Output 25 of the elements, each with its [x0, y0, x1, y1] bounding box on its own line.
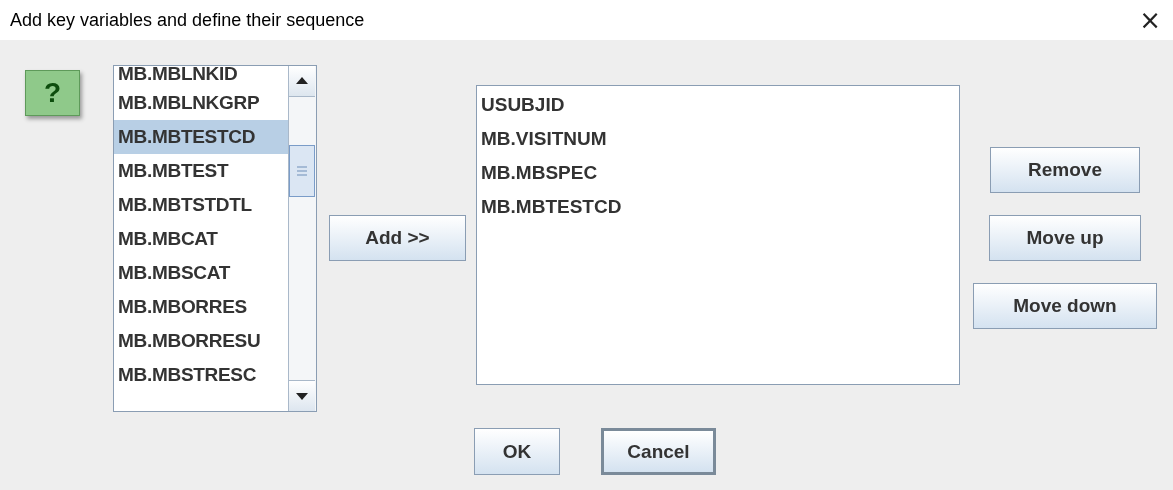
- add-button[interactable]: Add >>: [329, 215, 466, 261]
- side-button[interactable]: Remove: [990, 147, 1140, 193]
- side-button[interactable]: Move up: [989, 215, 1141, 261]
- dialog-button[interactable]: OK: [474, 428, 560, 475]
- list-item[interactable]: MB.MBSCAT: [114, 256, 288, 290]
- list-item[interactable]: MB.MBLNKGRP: [114, 86, 288, 120]
- list-item[interactable]: MB.MBORRESU: [114, 324, 288, 358]
- list-item[interactable]: MB.MBCAT: [114, 222, 288, 256]
- list-item[interactable]: MB.MBTSTDTL: [114, 188, 288, 222]
- list-item[interactable]: MB.MBSPEC: [477, 156, 959, 190]
- scrollbar[interactable]: [288, 66, 316, 411]
- list-item[interactable]: MB.MBSTRESC: [114, 358, 288, 392]
- list-item[interactable]: USUBJID: [477, 88, 959, 122]
- list-item[interactable]: MB.MBTEST: [114, 154, 288, 188]
- list-item[interactable]: MB.VISITNUM: [477, 122, 959, 156]
- list-item[interactable]: MB.MBTESTCD: [477, 190, 959, 224]
- close-button[interactable]: ×: [1135, 5, 1165, 35]
- scrollbar-thumb[interactable]: [289, 145, 315, 197]
- list-item[interactable]: MB.MBTESTCD: [114, 120, 288, 154]
- window-title: Add key variables and define their sequence: [10, 9, 365, 31]
- dialog-button[interactable]: Cancel: [601, 428, 716, 475]
- side-button[interactable]: Move down: [973, 283, 1157, 329]
- list-item[interactable]: MB.MBORRES: [114, 290, 288, 324]
- help-button[interactable]: ?: [25, 70, 80, 116]
- list-item[interactable]: MB.MBLNKID: [114, 66, 288, 86]
